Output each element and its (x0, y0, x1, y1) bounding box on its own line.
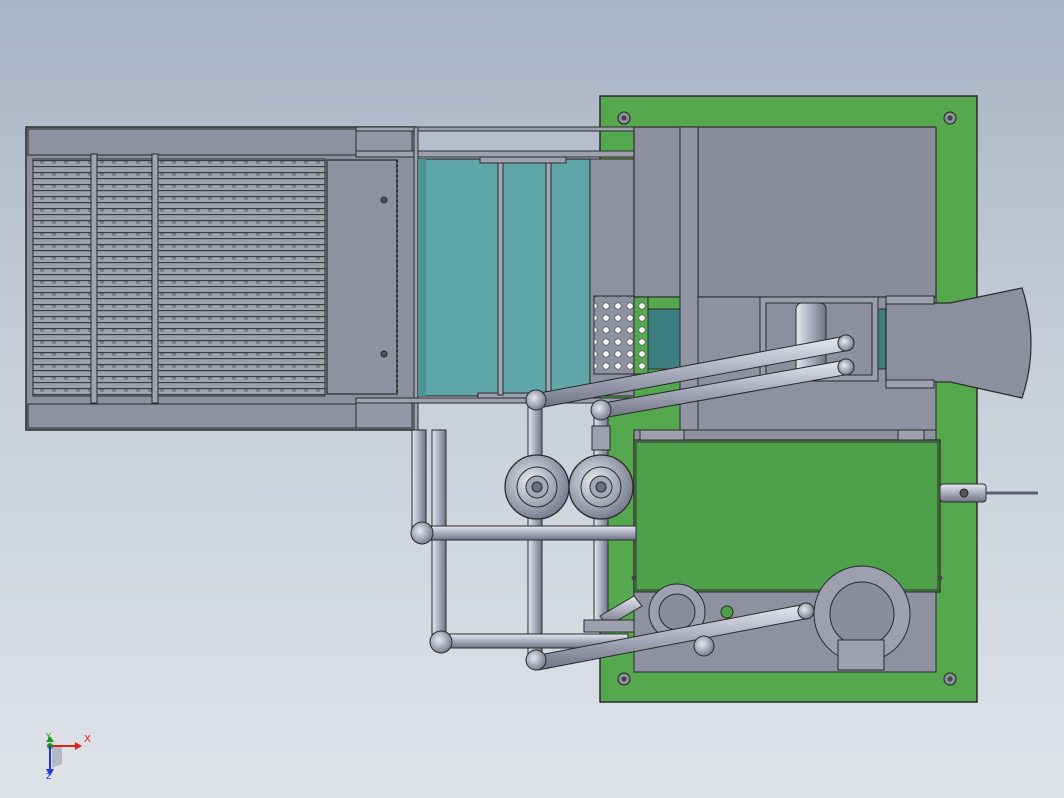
cover-plate[interactable] (326, 159, 398, 395)
cable-gland-icon (939, 483, 1038, 503)
coordinate-triad: X Y Z (40, 732, 96, 782)
cad-viewport[interactable] (0, 0, 1064, 798)
pump-left[interactable] (504, 454, 570, 520)
z-axis-label: Z (46, 772, 52, 781)
blower-nozzle[interactable] (885, 287, 1032, 399)
y-axis-label: Y (46, 732, 51, 741)
water-tank[interactable] (417, 156, 591, 399)
x-axis-label: X (84, 734, 91, 745)
pump-right[interactable] (568, 454, 634, 520)
